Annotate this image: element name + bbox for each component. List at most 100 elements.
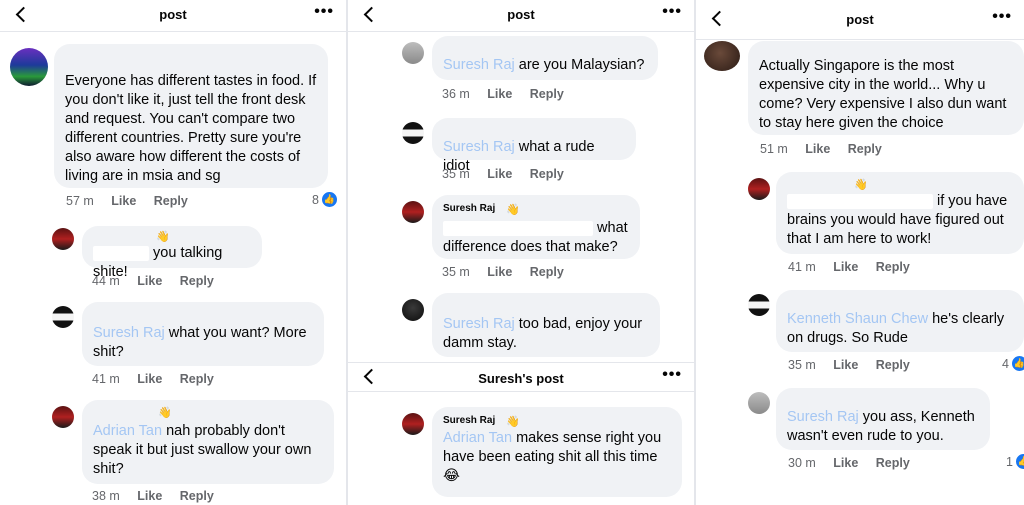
thumbs-up-icon: 👍 xyxy=(1015,454,1024,469)
comment-bubble: Suresh Raj what a rude idiot xyxy=(432,118,636,174)
avatar[interactable] xyxy=(748,178,770,200)
reply-button[interactable]: Reply xyxy=(180,372,214,386)
like-button[interactable]: Like xyxy=(137,489,162,503)
comment-actions: 35 m Like Reply xyxy=(788,358,924,372)
comment-actions: 57 m Like Reply xyxy=(66,194,202,208)
redacted-mention xyxy=(93,245,149,261)
mention-link[interactable]: Suresh Raj xyxy=(443,139,515,155)
mention-link[interactable]: Suresh Raj xyxy=(93,325,165,341)
like-button[interactable]: Like xyxy=(833,260,858,274)
comment-bubble: Suresh Raj you ass, Kenneth wasn't even … xyxy=(776,388,990,450)
waving-hand-icon: 👋 xyxy=(156,231,170,243)
comment-text: Everyone has different tastes in food. I… xyxy=(65,73,317,184)
panel-right: post ••• Actually Singapore is the most … xyxy=(696,0,1024,505)
mention-link[interactable]: Suresh Raj xyxy=(443,57,515,73)
reaction-number: 4 xyxy=(1002,356,1009,371)
comment-bubble: Suresh Raj 👋 Adrian Tan makes sense righ… xyxy=(432,407,682,497)
waving-hand-icon: 👋 xyxy=(506,204,520,216)
like-button[interactable]: Like xyxy=(833,456,858,470)
post-header: post ••• xyxy=(0,0,346,32)
comment-bubble: Kenneth Shaun Chew he's clearly on drugs… xyxy=(776,290,1024,352)
comment-time: 51 m xyxy=(760,142,788,156)
like-button[interactable]: Like xyxy=(487,167,512,181)
comment-time: 41 m xyxy=(788,260,816,274)
comment-time: 35 m xyxy=(788,358,816,372)
like-button[interactable]: Like xyxy=(805,142,830,156)
comment-time: 30 m xyxy=(788,456,816,470)
thumbs-up-icon: 👍 xyxy=(321,192,337,207)
avatar[interactable] xyxy=(402,413,424,435)
more-options-icon[interactable]: ••• xyxy=(662,366,682,384)
mention-link[interactable]: Adrian Tan xyxy=(93,423,162,439)
reply-button[interactable]: Reply xyxy=(876,260,910,274)
header-title: post xyxy=(846,12,874,27)
reply-button[interactable]: Reply xyxy=(530,167,564,181)
avatar[interactable] xyxy=(52,406,74,428)
avatar[interactable] xyxy=(10,48,48,86)
comment-time: 41 m xyxy=(92,372,120,386)
like-button[interactable]: Like xyxy=(487,265,512,279)
commenter-name[interactable]: Suresh Raj xyxy=(443,415,495,427)
avatar[interactable] xyxy=(704,41,740,71)
redacted-mention xyxy=(443,220,593,236)
more-options-icon[interactable]: ••• xyxy=(662,3,682,21)
header-title: Suresh's post xyxy=(478,371,564,386)
post-header-secondary: Suresh's post ••• xyxy=(348,362,694,392)
avatar[interactable] xyxy=(52,228,74,250)
mention-link[interactable]: Adrian Tan xyxy=(443,430,512,446)
header-title: post xyxy=(159,7,187,22)
mention-link[interactable]: Suresh Raj xyxy=(443,316,515,332)
reaction-number: 1 xyxy=(1006,454,1013,469)
reply-button[interactable]: Reply xyxy=(530,87,564,101)
panel-middle: post ••• Suresh Raj are you Malaysian? 3… xyxy=(348,0,694,505)
avatar[interactable] xyxy=(748,294,770,316)
post-header: post ••• xyxy=(696,0,1024,40)
comment-actions: 51 m Like Reply xyxy=(760,142,896,156)
reply-button[interactable]: Reply xyxy=(530,265,564,279)
avatar[interactable] xyxy=(402,299,424,321)
comment-bubble: 👋 you talking shite! xyxy=(82,226,262,280)
comment-actions: 35 m Like Reply xyxy=(442,167,578,181)
comment-time: 44 m xyxy=(92,274,120,288)
reaction-count[interactable]: 4 👍 xyxy=(1002,356,1024,371)
reply-button[interactable]: Reply xyxy=(154,194,188,208)
comment-text: Actually Singapore is the most expensive… xyxy=(759,58,1007,131)
like-button[interactable]: Like xyxy=(833,358,858,372)
reaction-count[interactable]: 8 👍 xyxy=(312,192,337,207)
reply-button[interactable]: Reply xyxy=(876,456,910,470)
comment-actions: 30 m Like Reply xyxy=(788,456,924,470)
more-options-icon[interactable]: ••• xyxy=(314,3,334,21)
comment-bubble: Suresh Raj what you want? More shit? xyxy=(82,302,324,366)
mention-link[interactable]: Kenneth Shaun Chew xyxy=(787,311,928,327)
reply-button[interactable]: Reply xyxy=(180,274,214,288)
comment-bubble: 👋 Adrian Tan nah probably don't speak it… xyxy=(82,400,334,484)
avatar[interactable] xyxy=(748,392,770,414)
avatar[interactable] xyxy=(402,201,424,223)
comment-time: 57 m xyxy=(66,194,94,208)
comment-time: 38 m xyxy=(92,489,120,503)
laughing-emoji: 😂 xyxy=(443,468,460,484)
avatar[interactable] xyxy=(402,122,424,144)
like-button[interactable]: Like xyxy=(137,372,162,386)
header-title: post xyxy=(507,7,535,22)
comment-bubble: Actually Singapore is the most expensive… xyxy=(748,41,1024,135)
like-button[interactable]: Like xyxy=(111,194,136,208)
like-button[interactable]: Like xyxy=(137,274,162,288)
commenter-name[interactable]: Suresh Raj xyxy=(443,203,495,215)
reaction-number: 8 xyxy=(312,192,319,207)
mention-link[interactable]: Suresh Raj xyxy=(787,409,859,425)
comment-bubble: Suresh Raj are you Malaysian? xyxy=(432,36,658,80)
reaction-count[interactable]: 1 👍 xyxy=(1006,454,1024,469)
comment-actions: 41 m Like Reply xyxy=(92,372,228,386)
like-button[interactable]: Like xyxy=(487,87,512,101)
comment-actions: 44 m Like Reply xyxy=(92,274,228,288)
redacted-mention xyxy=(787,193,933,209)
avatar[interactable] xyxy=(52,306,74,328)
avatar[interactable] xyxy=(402,42,424,64)
reply-button[interactable]: Reply xyxy=(876,358,910,372)
reply-button[interactable]: Reply xyxy=(180,489,214,503)
reply-button[interactable]: Reply xyxy=(848,142,882,156)
comment-time: 36 m xyxy=(442,87,470,101)
more-options-icon[interactable]: ••• xyxy=(992,8,1012,26)
comment-actions: 38 m Like Reply xyxy=(92,489,228,503)
